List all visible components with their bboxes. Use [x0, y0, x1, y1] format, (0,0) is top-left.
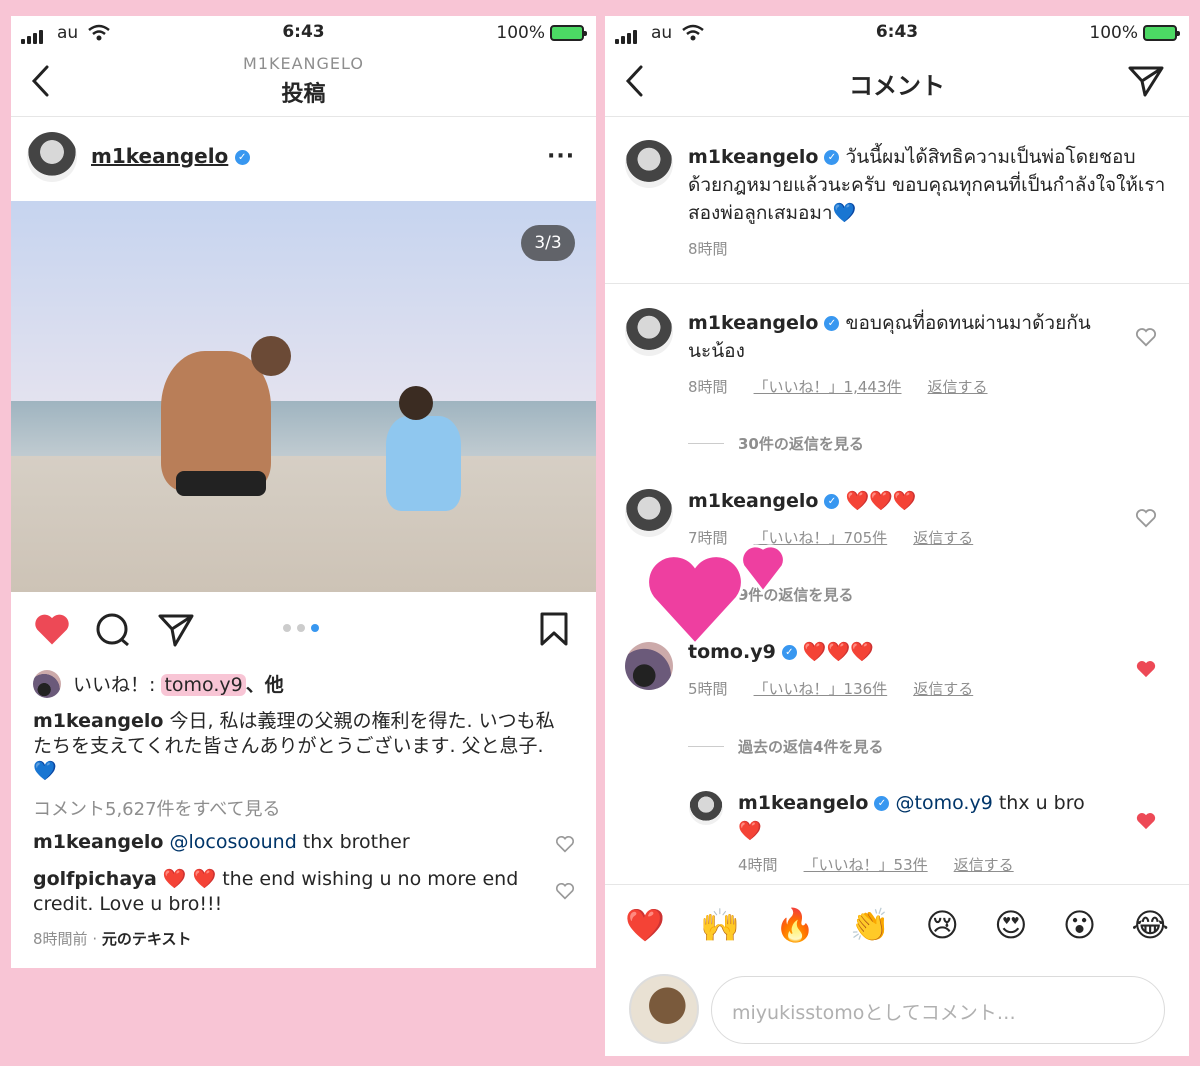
see-original-link[interactable]: 元のテキスト — [102, 930, 192, 948]
emoji-laugh-button[interactable]: 😂 — [1132, 906, 1169, 944]
battery-icon — [550, 25, 587, 41]
emoji-raised-hands-button[interactable]: 🙌 — [700, 906, 740, 944]
comment-meta: 5時間 「いいね！」136件 返信する — [688, 678, 974, 699]
status-bar: au 6:43 100% — [11, 22, 596, 56]
avatar[interactable] — [625, 308, 673, 356]
reply-button[interactable]: 返信する — [913, 527, 973, 548]
comment-like-icon[interactable] — [555, 835, 575, 853]
caption-username[interactable]: m1keangelo — [33, 710, 163, 732]
likes-count-link[interactable]: 「いいね！」1,443件 — [754, 376, 902, 397]
reply-button[interactable]: 返信する — [954, 854, 1014, 875]
like-heart-icon[interactable] — [33, 612, 71, 646]
battery-percent: 100% — [496, 23, 545, 43]
comment-liked-icon[interactable] — [1135, 811, 1157, 831]
page-title: 投稿 — [281, 82, 326, 107]
heart-sticker-icon — [646, 544, 786, 646]
comment-meta: 8時間 「いいね！」1,443件 返信する — [688, 376, 988, 397]
view-all-comments-link[interactable]: コメント5,627件をすべて見る — [33, 795, 281, 821]
comment-meta: 4時間 「いいね！」53件 返信する — [738, 854, 1014, 875]
avatar[interactable] — [625, 642, 673, 690]
comment-item: m1keangelo ✓ ❤️❤️❤️ — [688, 490, 917, 512]
reply-button[interactable]: 返信する — [928, 376, 988, 397]
reply-button[interactable]: 返信する — [913, 678, 973, 699]
post-photo[interactable]: 3/3 — [11, 201, 596, 592]
caption-username[interactable]: m1keangelo — [688, 146, 818, 168]
verified-icon: ✓ — [874, 796, 890, 811]
verified-icon: ✓ — [824, 494, 840, 509]
comment-2: golfpichaya ❤️ ❤️ the end wishing u no m… — [33, 868, 519, 915]
view-replies-button[interactable]: 過去の返信4件を見る — [688, 736, 883, 757]
emoji-heart-eyes-button[interactable]: 😍 — [994, 906, 1027, 944]
comment-item: m1keangelo ✓ ขอบคุณที่อดทนผ่านมาด้วยกันน… — [688, 312, 1091, 362]
share-icon[interactable] — [1127, 64, 1165, 98]
verified-icon: ✓ — [781, 645, 797, 660]
mention-link[interactable]: @locosoound — [169, 831, 296, 853]
comment-input[interactable]: miyukisstomoとしてコメント… — [711, 976, 1165, 1044]
verified-icon: ✓ — [234, 150, 250, 165]
post-meta: 8時間前 · 元のテキスト — [33, 930, 192, 948]
comment-like-icon[interactable] — [1135, 508, 1157, 528]
post-username[interactable]: m1keangelo ✓ — [91, 144, 250, 168]
emoji-surprised-button[interactable]: 😮 — [1063, 906, 1096, 944]
emoji-clap-button[interactable]: 👏 — [850, 906, 890, 944]
my-avatar — [629, 974, 699, 1044]
caption-comment: m1keangelo ✓ วันนี้ผมได้สิทธิความเป็นพ่อ… — [688, 146, 1166, 224]
liker-link[interactable]: tomo.y9 — [161, 674, 246, 696]
emoji-fire-button[interactable]: 🔥 — [775, 906, 815, 944]
comment-liked-icon[interactable] — [1135, 659, 1157, 679]
share-icon[interactable] — [157, 612, 195, 648]
header-account: M1KEANGELO — [243, 54, 364, 73]
reply-item: m1keangelo ✓ @tomo.y9 thx u bro ❤️ — [738, 792, 1085, 842]
mention-link[interactable]: @tomo.y9 — [896, 792, 993, 814]
comment-like-icon[interactable] — [1135, 327, 1157, 347]
avatar[interactable] — [625, 140, 673, 188]
likes-line: いいね！: tomo.y9 、他 — [73, 674, 284, 696]
verified-icon: ✓ — [824, 150, 840, 165]
more-options-icon[interactable]: ··· — [547, 144, 575, 169]
status-bar: au 6:43 100% — [605, 22, 1189, 56]
liker-avatar[interactable] — [33, 670, 61, 698]
verified-icon: ✓ — [824, 316, 840, 331]
post-screen: au 6:43 100% M1KEANGELO 投稿 m1keangelo ✓ … — [11, 16, 596, 968]
comment-like-icon[interactable] — [555, 882, 575, 900]
page-title: コメント — [849, 72, 945, 100]
photo-counter: 3/3 — [521, 225, 575, 261]
likes-count-link[interactable]: 「いいね！」136件 — [754, 678, 888, 699]
comment-1: m1keangelo @locosoound thx brother — [33, 831, 410, 853]
emoji-cry-button[interactable]: 😢 — [926, 906, 959, 944]
carousel-dots — [283, 624, 319, 632]
likes-count-link[interactable]: 「いいね！」53件 — [804, 854, 928, 875]
battery-percent: 100% — [1089, 23, 1138, 43]
comments-screen: au 6:43 100% コメント m1keangelo ✓ วันนี้ผมไ… — [605, 16, 1189, 1056]
emoji-heart-button[interactable]: ❤️ — [625, 906, 665, 944]
comment-icon[interactable] — [95, 612, 131, 648]
bookmark-icon[interactable] — [539, 612, 569, 646]
emoji-bar: ❤️ 🙌 🔥 👏 😢 😍 😮 😂 — [625, 906, 1169, 944]
view-replies-button[interactable]: 30件の返信を見る — [688, 433, 864, 454]
avatar[interactable] — [27, 132, 77, 182]
post-caption: m1keangelo 今日, 私は義理の父親の権利を得た. いつも私たちを支えて… — [33, 710, 555, 782]
avatar[interactable] — [689, 791, 723, 825]
battery-icon — [1143, 25, 1180, 41]
caption-time: 8時間 — [688, 240, 728, 258]
